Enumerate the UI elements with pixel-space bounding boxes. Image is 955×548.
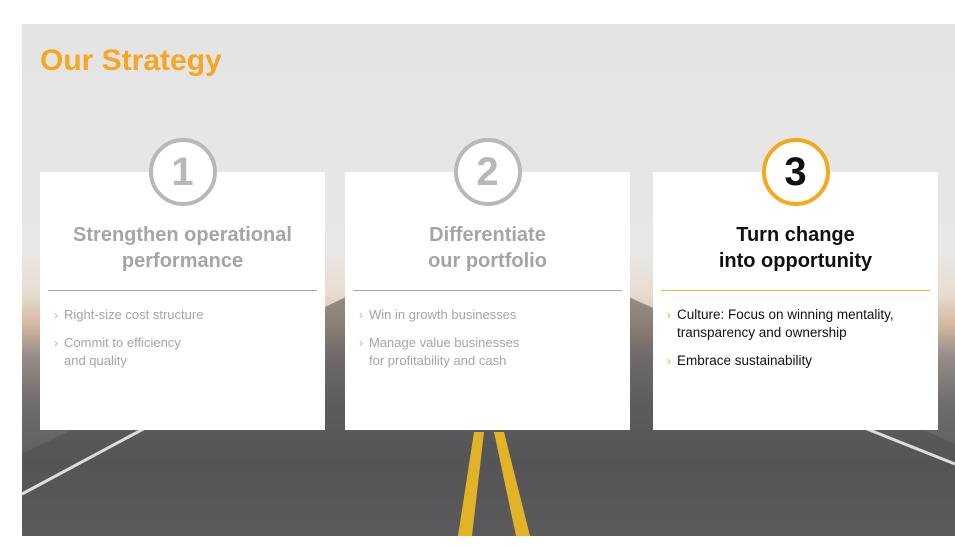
- bullet-item: › Right-size cost structure: [54, 306, 315, 324]
- bullet-text-line: Culture: Focus on winning mentality,: [677, 307, 894, 322]
- bullet-item: › Commit to efficiency and quality: [54, 334, 315, 370]
- card-2-bullet-list: › Win in growth businesses › Manage valu…: [359, 306, 620, 380]
- bullet-item: › Embrace sustainability: [667, 352, 928, 370]
- chevron-right-icon: ›: [359, 308, 363, 322]
- card-3-heading-line-1: Turn change: [736, 224, 855, 246]
- strategy-card-2: 2 Differentiate our portfolio › Win in g…: [345, 138, 630, 430]
- number-circle-1: 1: [148, 138, 217, 206]
- card-1-heading: Strengthen operational performance: [40, 222, 325, 274]
- number-circle-2: 2: [453, 138, 522, 206]
- chevron-right-icon: ›: [54, 336, 58, 350]
- bullet-item: › Win in growth businesses: [359, 306, 620, 324]
- card-2-divider: [353, 290, 622, 291]
- strategy-card-3: 3 Turn change into opportunity › Culture…: [653, 138, 938, 430]
- number-circle-3: 3: [761, 138, 830, 206]
- bullet-text-line: Manage value businesses: [369, 335, 520, 350]
- card-1-divider: [48, 290, 317, 291]
- card-2-heading-line-1: Differentiate: [429, 224, 546, 246]
- card-1-heading-line-1: Strengthen operational: [73, 224, 292, 246]
- bullet-text-line: for profitability and cash: [369, 353, 507, 368]
- strategy-card-1: 1 Strengthen operational performance › R…: [40, 138, 325, 430]
- bullet-item: › Culture: Focus on winning mentality, t…: [667, 306, 928, 342]
- bullet-text-line: and quality: [64, 353, 127, 368]
- bullet-text-line: Embrace sustainability: [677, 353, 813, 368]
- card-3-heading: Turn change into opportunity: [653, 222, 938, 274]
- card-2-heading: Differentiate our portfolio: [345, 222, 630, 274]
- card-3-heading-line-2: into opportunity: [718, 250, 873, 272]
- page-title: Our Strategy: [40, 44, 222, 77]
- chevron-right-icon: ›: [667, 354, 671, 368]
- card-3-bullet-list: › Culture: Focus on winning mentality, t…: [667, 306, 928, 380]
- chevron-right-icon: ›: [359, 336, 363, 350]
- bullet-text-line: Commit to efficiency: [64, 335, 181, 350]
- chevron-right-icon: ›: [667, 308, 671, 322]
- bullet-item: › Manage value businesses for profitabil…: [359, 334, 620, 370]
- card-3-divider: [661, 290, 930, 291]
- bullet-text-line: Right-size cost structure: [64, 307, 204, 322]
- card-1-heading-line-2: performance: [121, 250, 244, 272]
- slide: Our Strategy 1 Strengthen operational pe…: [22, 24, 955, 536]
- card-2-heading-line-2: our portfolio: [428, 250, 547, 272]
- chevron-right-icon: ›: [54, 308, 58, 322]
- card-1-bullet-list: › Right-size cost structure › Commit to …: [54, 306, 315, 380]
- bullet-text-line: Win in growth businesses: [369, 307, 517, 322]
- bullet-text-line: transparency and ownership: [677, 325, 847, 340]
